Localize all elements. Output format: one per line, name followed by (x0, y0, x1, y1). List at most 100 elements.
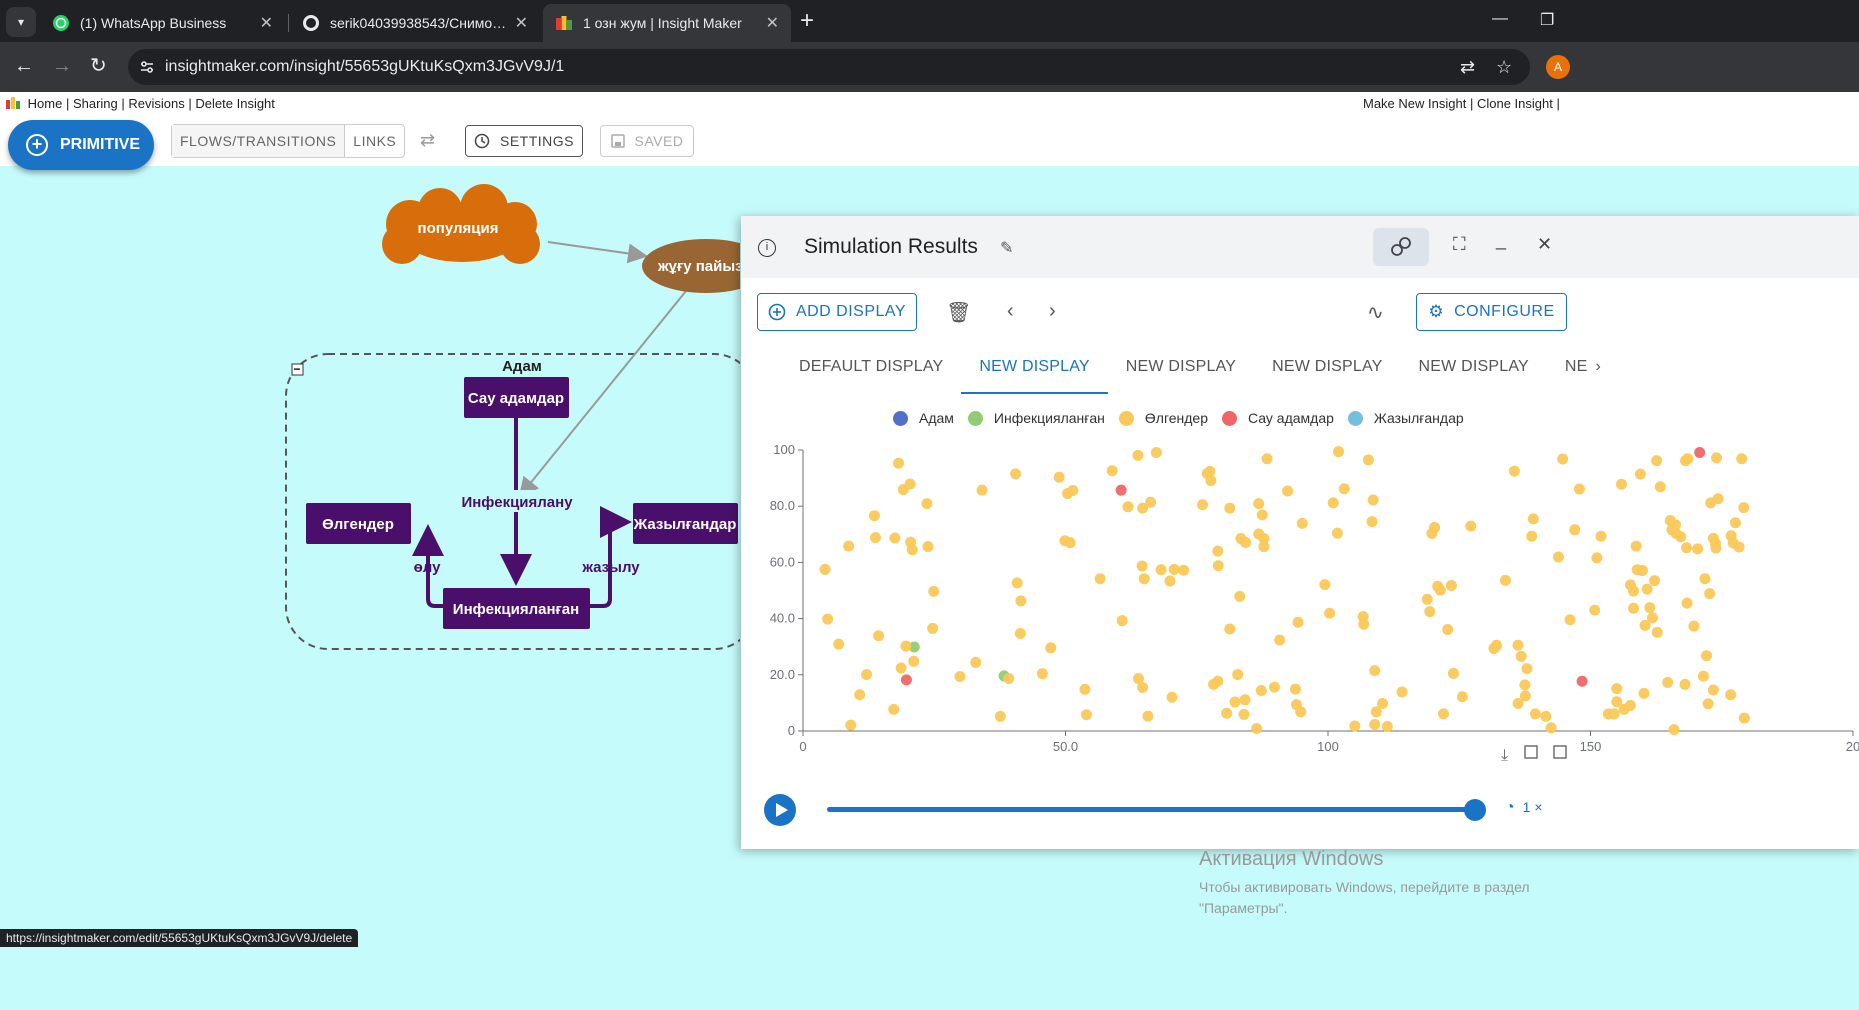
data-point[interactable] (854, 689, 866, 701)
data-point[interactable] (1630, 540, 1642, 552)
data-point[interactable] (1624, 699, 1636, 711)
data-point[interactable] (1636, 565, 1648, 577)
data-point[interactable] (1681, 597, 1693, 609)
smooth-line-icon[interactable]: ∿ (1367, 300, 1384, 325)
data-point[interactable] (1512, 639, 1524, 651)
data-point[interactable] (1261, 453, 1273, 465)
data-point[interactable] (1421, 593, 1433, 605)
data-point[interactable] (1608, 708, 1620, 720)
data-point[interactable] (1081, 709, 1092, 721)
data-point[interactable] (1319, 579, 1331, 591)
translate-icon[interactable]: ⇄ (1460, 57, 1475, 78)
data-point[interactable] (1641, 583, 1653, 595)
data-point[interactable] (1634, 468, 1646, 480)
compare-results-button[interactable] (1373, 228, 1429, 266)
flows-transitions-button[interactable]: FLOWS/TRANSITIONS (172, 125, 346, 157)
data-point[interactable] (970, 656, 982, 668)
data-point[interactable] (1377, 697, 1389, 709)
clone-insight-link[interactable]: Clone Insight (1477, 96, 1553, 111)
data-point[interactable] (889, 532, 901, 544)
data-point[interactable] (1611, 683, 1623, 695)
data-point[interactable] (1115, 484, 1127, 496)
data-point[interactable] (1145, 496, 1157, 508)
data-point[interactable] (1654, 481, 1666, 493)
data-point[interactable] (1327, 497, 1339, 509)
speed-control[interactable]: ◔ 1 × (1505, 799, 1543, 817)
data-point[interactable] (1256, 509, 1268, 521)
data-point[interactable] (1369, 665, 1381, 677)
address-bar[interactable]: insightmaker.com/insight/55653gUKtuKsQxm… (128, 49, 1530, 85)
data-point[interactable] (1702, 698, 1714, 710)
data-point[interactable] (1224, 502, 1236, 514)
tab-new-display[interactable]: NEW DISPLAY (1108, 350, 1254, 394)
data-point[interactable] (1204, 465, 1216, 477)
tabs-scroll-right-icon[interactable]: › (1592, 350, 1620, 394)
state-dead[interactable]: Өлгендер (306, 503, 411, 544)
add-display-button[interactable]: ADD DISPLAY (757, 293, 917, 331)
state-recovered[interactable]: Жазылғандар (633, 503, 738, 544)
data-point[interactable] (1527, 513, 1539, 525)
data-point[interactable] (1232, 669, 1244, 681)
data-point[interactable] (922, 541, 934, 553)
data-point[interactable] (1644, 602, 1656, 614)
data-point[interactable] (1137, 681, 1149, 693)
data-point[interactable] (1258, 533, 1270, 545)
data-point[interactable] (1465, 520, 1477, 532)
data-point[interactable] (1615, 478, 1627, 490)
data-point[interactable] (1212, 675, 1224, 687)
data-point[interactable] (1573, 483, 1585, 495)
data-point[interactable] (1212, 560, 1224, 572)
data-point[interactable] (1429, 522, 1441, 534)
data-point[interactable] (1296, 517, 1308, 529)
data-point[interactable] (1697, 670, 1709, 682)
data-point[interactable] (1679, 678, 1691, 690)
data-point[interactable] (1456, 691, 1468, 703)
data-point[interactable] (927, 622, 939, 634)
data-point[interactable] (1268, 681, 1280, 693)
data-point[interactable] (868, 510, 880, 522)
data-point[interactable] (1649, 575, 1661, 587)
data-point[interactable] (1499, 574, 1511, 586)
close-icon[interactable]: ✕ (260, 13, 273, 33)
data-point[interactable] (1116, 615, 1128, 627)
close-icon[interactable]: ✕ (766, 13, 779, 33)
data-point[interactable] (1681, 542, 1693, 554)
forward-arrow-icon[interactable]: → (52, 56, 72, 76)
data-point[interactable] (895, 662, 907, 674)
data-point[interactable] (1205, 475, 1217, 487)
data-point[interactable] (1738, 712, 1750, 724)
settings-button[interactable]: SETTINGS (465, 125, 583, 157)
data-point[interactable] (1367, 494, 1379, 506)
links-button[interactable]: LINKS (345, 125, 404, 157)
data-point[interactable] (845, 719, 857, 731)
data-point[interactable] (1106, 465, 1118, 477)
data-point[interactable] (1564, 614, 1576, 626)
configure-button[interactable]: ⚙ CONFIGURE (1416, 293, 1567, 331)
time-slider-handle[interactable] (1464, 799, 1486, 821)
data-point[interactable] (1710, 542, 1722, 554)
data-point[interactable] (1122, 501, 1134, 513)
legend-item[interactable]: Жазылғандар (1347, 410, 1464, 426)
data-point[interactable] (1552, 551, 1564, 563)
data-point[interactable] (900, 640, 912, 652)
reload-icon[interactable]: ↻ (90, 56, 107, 76)
close-icon[interactable]: ✕ (515, 13, 528, 33)
data-point[interactable] (1168, 563, 1180, 575)
data-point[interactable] (893, 457, 905, 469)
play-button[interactable] (764, 794, 796, 826)
data-point[interactable] (1324, 607, 1336, 619)
data-point[interactable] (1725, 689, 1737, 701)
data-point[interactable] (1424, 606, 1436, 618)
delete-insight-link[interactable]: Delete Insight (195, 96, 275, 111)
state-healthy[interactable]: Сау адамдар (464, 377, 569, 418)
data-point[interactable] (873, 630, 885, 642)
data-point[interactable] (1447, 667, 1459, 679)
swap-icon[interactable]: ⇄ (420, 130, 435, 151)
data-point[interactable] (994, 710, 1006, 722)
data-point[interactable] (1707, 684, 1719, 696)
data-point[interactable] (1515, 650, 1527, 662)
minimize-window-icon[interactable]: — (1492, 10, 1508, 28)
data-point[interactable] (1491, 639, 1503, 651)
data-point[interactable] (1545, 722, 1557, 734)
info-icon[interactable]: i (758, 239, 776, 257)
